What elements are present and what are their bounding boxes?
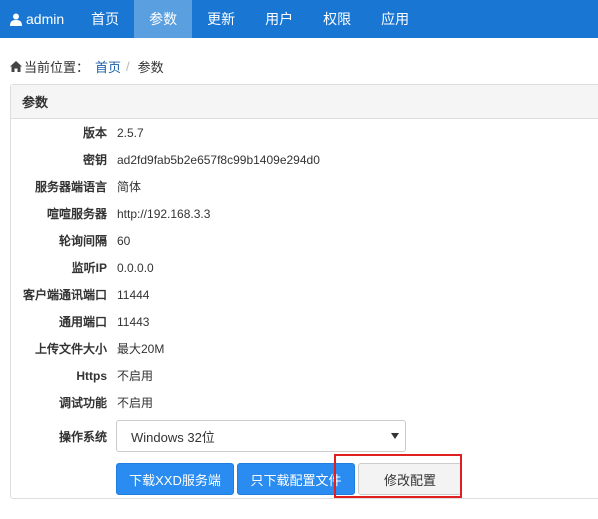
param-label: 客户端通讯端口 bbox=[22, 288, 107, 302]
top-navbar: admin 首页 参数 更新 用户 权限 应用 bbox=[0, 0, 598, 38]
param-row-listen-ip: 监听IP 0.0.0.0 bbox=[11, 254, 598, 281]
nav-params-label: 参数 bbox=[149, 11, 178, 27]
param-value: 0.0.0.0 bbox=[117, 260, 154, 275]
nav-home[interactable]: 首页 bbox=[76, 0, 134, 38]
param-row-debug: 调试功能 不启用 bbox=[11, 389, 598, 416]
param-value: 简体 bbox=[117, 180, 142, 194]
breadcrumb-current: 参数 bbox=[137, 59, 164, 75]
param-label: Https bbox=[76, 368, 107, 383]
param-label: 调试功能 bbox=[58, 396, 107, 410]
breadcrumb-separator: / bbox=[126, 58, 130, 74]
nav-users-label: 用户 bbox=[265, 11, 294, 27]
os-select[interactable]: Windows 32位 bbox=[116, 420, 406, 452]
param-value: ad2fd9fab5b2e657f8c99b1409e294d0 bbox=[117, 152, 320, 167]
params-panel: 参数 版本 2.5.7 密钥 ad2fd9fab5b2e657f8c99b140… bbox=[10, 84, 598, 499]
nav-update[interactable]: 更新 bbox=[192, 0, 250, 38]
nav-apps[interactable]: 应用 bbox=[366, 0, 424, 38]
user-menu[interactable]: admin bbox=[0, 0, 76, 38]
param-label: 上传文件大小 bbox=[34, 342, 107, 356]
nav-home-label: 首页 bbox=[91, 11, 120, 27]
param-label: 监听IP bbox=[71, 261, 107, 275]
param-row-server: 喧喧服务器 http://192.168.3.3 bbox=[11, 200, 598, 227]
download-config-label: 只下载配置文件 bbox=[250, 472, 342, 488]
param-value: 不启用 bbox=[117, 369, 154, 383]
param-row-language: 服务器端语言 简体 bbox=[11, 173, 598, 200]
param-row-key: 密钥 ad2fd9fab5b2e657f8c99b1409e294d0 bbox=[11, 146, 598, 173]
param-value: http://192.168.3.3 bbox=[117, 206, 211, 221]
user-icon bbox=[10, 13, 22, 26]
param-value: 11443 bbox=[117, 314, 150, 329]
nav-permissions-label: 权限 bbox=[323, 11, 352, 27]
param-value: 不启用 bbox=[117, 396, 154, 410]
nav-apps-label: 应用 bbox=[381, 11, 410, 27]
param-label: 轮询间隔 bbox=[58, 234, 107, 248]
breadcrumb-home-link[interactable]: 首页 bbox=[95, 57, 121, 76]
breadcrumb: 当前位置： 首页 / 参数 bbox=[10, 57, 164, 75]
param-row-https: Https 不启用 bbox=[11, 362, 598, 389]
os-select-value: Windows 32位 bbox=[131, 429, 215, 445]
highlight-box bbox=[334, 454, 462, 498]
nav-users[interactable]: 用户 bbox=[250, 0, 308, 38]
param-label: 版本 bbox=[82, 126, 107, 140]
panel-title: 参数 bbox=[11, 85, 598, 119]
nav-permissions[interactable]: 权限 bbox=[308, 0, 366, 38]
nav-params[interactable]: 参数 bbox=[134, 0, 193, 38]
home-icon bbox=[10, 60, 22, 72]
param-row-version: 版本 2.5.7 bbox=[11, 119, 598, 146]
username-label: admin bbox=[26, 11, 65, 27]
caret-down-icon bbox=[391, 433, 399, 439]
param-label: 密钥 bbox=[82, 153, 107, 167]
download-xxd-server-button[interactable]: 下载XXD服务端 bbox=[116, 463, 234, 495]
param-row-client-port: 客户端通讯端口 11444 bbox=[11, 281, 598, 308]
param-label: 服务器端语言 bbox=[34, 180, 107, 194]
nav-update-label: 更新 bbox=[207, 11, 236, 27]
param-label: 通用端口 bbox=[58, 315, 107, 329]
param-row-upload-size: 上传文件大小 最大20M bbox=[11, 335, 598, 362]
param-value: 最大20M bbox=[117, 342, 165, 356]
os-label: 操作系统 bbox=[58, 430, 107, 444]
param-row-polling: 轮询间隔 60 bbox=[11, 227, 598, 254]
breadcrumb-prefix: 当前位置： bbox=[24, 59, 90, 75]
download-xxd-server-label: 下载XXD服务端 bbox=[129, 472, 221, 488]
param-value: 2.5.7 bbox=[117, 125, 144, 140]
param-value: 60 bbox=[117, 233, 131, 248]
param-label: 喧喧服务器 bbox=[46, 207, 107, 221]
param-row-common-port: 通用端口 11443 bbox=[11, 308, 598, 335]
param-value: 11444 bbox=[117, 287, 150, 302]
